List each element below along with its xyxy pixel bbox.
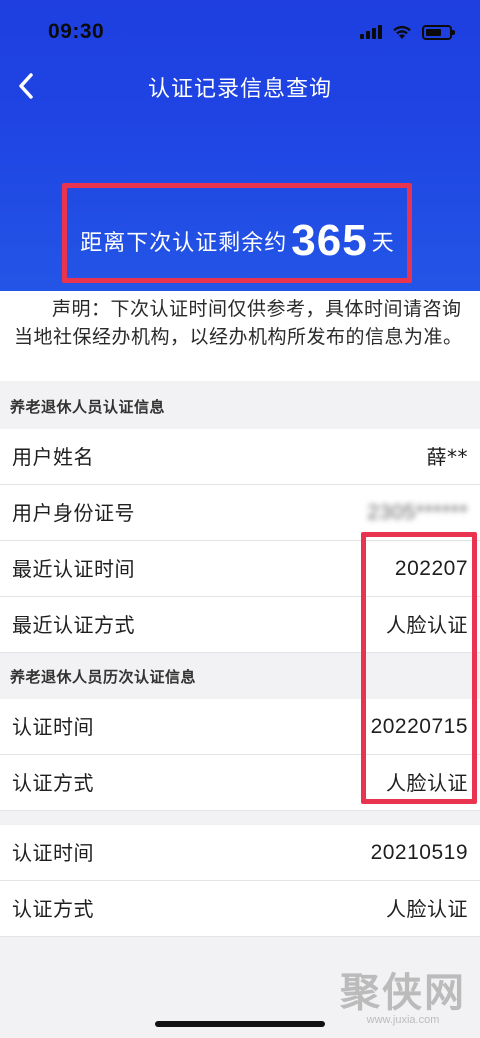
row-label: 认证方式 [12, 771, 94, 795]
values-highlight-frame [361, 532, 477, 804]
status-icons [360, 24, 455, 40]
countdown-prefix: 距离下次认证剩余约 [80, 231, 288, 256]
home-indicator[interactable] [155, 1021, 325, 1027]
row-label: 认证时间 [12, 841, 94, 865]
page-title: 认证记录信息查询 [147, 77, 332, 102]
section-header-certification: 养老退休人员认证信息 [0, 385, 480, 429]
notice-text: 声明：下次认证时间仅供参考，具体时间请咨询当地社保经办机构，以经办机构所发布的信… [14, 298, 463, 348]
row-label: 最近认证方式 [12, 613, 135, 637]
signal-icon [360, 25, 382, 39]
row-history-time-2: 认证时间 20210519 [0, 825, 480, 881]
watermark: 聚侠网 www.juxia.com [340, 960, 466, 1026]
watermark-logo: 聚侠网 [340, 969, 466, 1016]
row-history-method-2: 认证方式 人脸认证 [0, 881, 480, 937]
row-label: 认证方式 [12, 897, 94, 921]
row-user-name: 用户姓名 薛** [0, 429, 480, 485]
history-time-value: 20210519 [370, 841, 468, 864]
user-name-value: 薛** [426, 445, 468, 469]
nav-bar: 认证记录信息查询 [0, 62, 480, 110]
row-label: 最近认证时间 [12, 557, 135, 581]
notice-panel: 声明：下次认证时间仅供参考，具体时间请咨询当地社保经办机构，以经办机构所发布的信… [0, 291, 480, 381]
countdown-suffix: 天 [371, 231, 394, 256]
history-method-value: 人脸认证 [386, 897, 468, 921]
wifi-icon [393, 25, 411, 39]
status-bar: 09:30 [0, 0, 480, 62]
status-time: 09:30 [48, 20, 105, 43]
countdown-days: 365 [291, 216, 368, 265]
row-label: 用户姓名 [12, 445, 94, 469]
countdown-highlight-frame: 距离下次认证剩余约365 天 [62, 183, 412, 283]
record-divider [0, 811, 480, 825]
countdown: 距离下次认证剩余约365 天 [67, 216, 407, 266]
battery-icon [422, 24, 455, 40]
row-label: 用户身份证号 [12, 501, 135, 525]
row-label: 认证时间 [12, 715, 94, 739]
